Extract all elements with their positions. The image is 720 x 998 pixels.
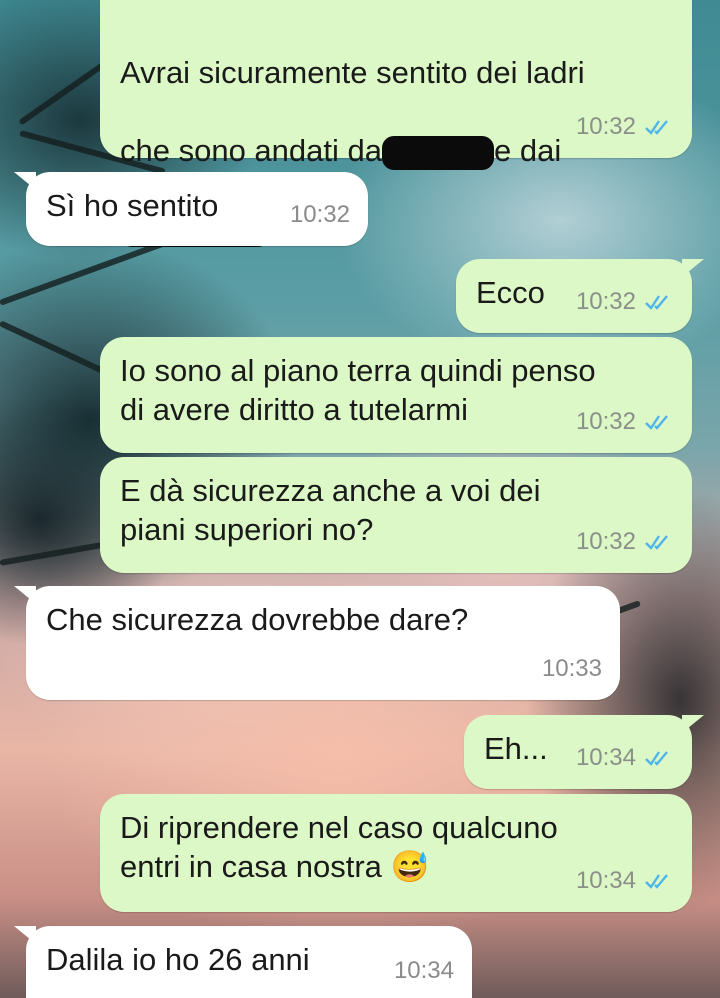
message-bubble-incoming[interactable]: Che sicurezza dovrebbe dare? 10:33: [14, 586, 620, 700]
double-check-icon: [645, 119, 668, 135]
double-check-icon: [645, 873, 668, 889]
message-meta: 10:32: [576, 282, 674, 321]
bubble-tail: [682, 715, 704, 733]
double-check-icon: [645, 750, 668, 766]
message-bubble-incoming[interactable]: Sì ho sentito 10:32: [14, 172, 368, 246]
message-bubble-outgoing[interactable]: Di riprendere nel caso qualcuno entri in…: [100, 794, 692, 912]
double-check-icon: [645, 414, 668, 430]
message-time: 10:32: [575, 408, 636, 435]
message-text: Che sicurezza dovrebbe dare?: [46, 602, 469, 637]
message-time: 10:34: [393, 957, 454, 984]
grinning-sweat-emoji: 😅: [390, 849, 430, 884]
message-meta: 10:34: [394, 951, 454, 990]
message-bubble-outgoing[interactable]: Ecco 10:32: [456, 259, 704, 333]
message-time: 10:34: [575, 744, 636, 771]
message-meta: 10:32: [576, 522, 674, 561]
message-bubble-outgoing[interactable]: Io sono al piano terra quindi penso di a…: [100, 337, 692, 453]
bubble-tail: [14, 586, 36, 604]
redaction-mark: [382, 135, 494, 170]
message-bubble-outgoing[interactable]: Avrai sicuramente sentito dei ladri che …: [100, 0, 692, 247]
message-time: 10:32: [575, 113, 636, 140]
bubble-tail: [682, 259, 704, 277]
message-meta: 10:33: [542, 649, 602, 688]
message-time: 10:33: [541, 655, 602, 682]
message-meta: 10:32: [576, 107, 674, 146]
double-check-icon: [645, 294, 668, 310]
message-meta: 10:34: [576, 738, 674, 777]
bubble-tail: [14, 926, 36, 944]
message-bubble-outgoing[interactable]: Eh... 10:34: [464, 715, 704, 789]
message-meta: 10:34: [576, 861, 674, 900]
message-text: Dalila io ho 26 anni: [46, 942, 310, 977]
message-bubble-incoming[interactable]: Dalila io ho 26 anni 10:34: [14, 926, 472, 998]
double-check-icon: [645, 534, 668, 550]
message-meta: 10:32: [576, 402, 674, 441]
bubble-tail: [14, 172, 36, 190]
message-time: 10:32: [575, 288, 636, 315]
message-time: 10:34: [575, 867, 636, 894]
message-bubble-outgoing[interactable]: E dà sicurezza anche a voi dei piani sup…: [100, 457, 692, 573]
message-time: 10:32: [575, 528, 636, 555]
message-time: 10:32: [289, 201, 350, 228]
message-meta: 10:32: [290, 195, 350, 234]
